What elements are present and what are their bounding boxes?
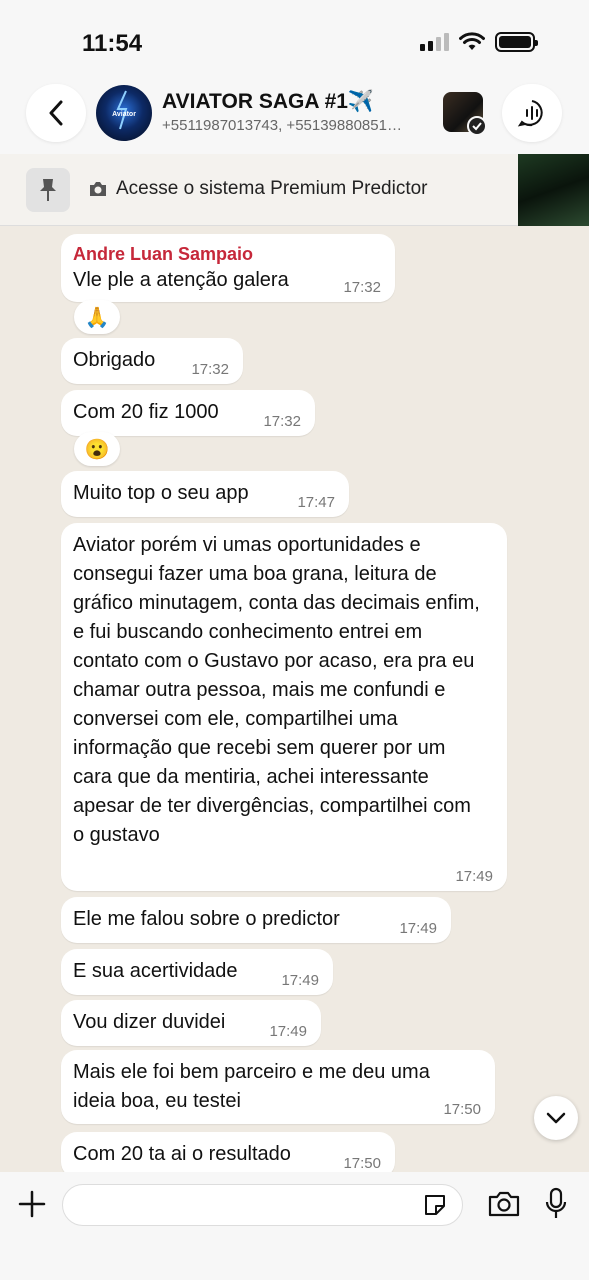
scroll-to-bottom-button[interactable]	[534, 1096, 578, 1140]
camera-button[interactable]	[484, 1186, 524, 1222]
chat-header: Aviator AVIATOR SAGA #1✈️ +5511987013743…	[0, 84, 589, 154]
pinned-label: Acesse o sistema Premium Predictor	[116, 178, 428, 199]
message-time: 17:49	[281, 972, 319, 989]
message-bubble[interactable]: E sua acertividade 17:49	[61, 949, 333, 995]
back-button[interactable]	[26, 84, 86, 142]
community-thumbnail[interactable]	[443, 92, 487, 136]
message-text: Aviator porém vi umas oportunidades e co…	[73, 534, 480, 846]
group-avatar[interactable]: Aviator	[96, 85, 152, 141]
plus-icon	[18, 1190, 46, 1218]
chevron-left-icon	[49, 100, 63, 126]
pin-icon	[26, 168, 70, 212]
message-bubble[interactable]: Com 20 ta ai o resultado 17:50	[61, 1132, 395, 1172]
message-bubble[interactable]: Vou dizer duvidei 17:49	[61, 1000, 321, 1046]
message-bubble[interactable]: Ele me falou sobre o predictor 17:49	[61, 897, 451, 943]
message-bubble[interactable]: Muito top o seu app 17:47	[61, 471, 349, 517]
pinned-message-bar[interactable]: Acesse o sistema Premium Predictor	[0, 154, 589, 226]
microphone-button[interactable]	[540, 1184, 572, 1224]
message-text: Com 20 ta ai o resultado	[73, 1143, 291, 1165]
reaction-badge[interactable]: 🙏	[74, 300, 120, 334]
message-time: 17:49	[269, 1023, 307, 1040]
signal-icon	[420, 33, 449, 51]
voice-chat-button[interactable]	[502, 84, 562, 142]
chat-participants[interactable]: +5511987013743, +55139880851…	[162, 117, 432, 134]
pinned-thumbnail[interactable]	[518, 154, 589, 226]
message-time: 17:32	[263, 413, 301, 430]
chat-title[interactable]: AVIATOR SAGA #1✈️	[162, 90, 374, 114]
attach-button[interactable]	[14, 1186, 50, 1222]
message-text: Ele me falou sobre o predictor	[73, 908, 340, 930]
reaction-badge[interactable]: 😮	[74, 432, 120, 466]
sticker-icon	[425, 1195, 445, 1215]
message-time: 17:49	[399, 920, 437, 937]
chevron-down-icon	[546, 1112, 566, 1124]
message-text: Vle ple a atenção galera	[73, 269, 289, 291]
battery-icon	[495, 32, 538, 52]
message-time: 17:32	[343, 279, 381, 296]
camera-icon	[488, 1191, 520, 1217]
wifi-icon	[459, 32, 485, 50]
pinned-text: Acesse o sistema Premium Predictor	[88, 178, 428, 200]
message-time: 17:50	[343, 1155, 381, 1172]
message-time: 17:49	[455, 868, 493, 885]
sender-name[interactable]: Andre Luan Sampaio	[73, 242, 383, 266]
message-time: 17:32	[191, 361, 229, 378]
message-bubble[interactable]: Andre Luan Sampaio Vle ple a atenção gal…	[61, 234, 395, 302]
message-list[interactable]: Andre Luan Sampaio Vle ple a atenção gal…	[0, 226, 589, 1172]
status-icons	[420, 32, 538, 52]
status-bar: 11:54	[0, 0, 589, 84]
message-time: 17:50	[443, 1101, 481, 1118]
message-bubble[interactable]: Mais ele foi bem parceiro e me deu uma i…	[61, 1050, 495, 1124]
status-time: 11:54	[82, 30, 143, 57]
message-input[interactable]	[62, 1184, 463, 1226]
message-text: Mais ele foi bem parceiro e me deu uma i…	[73, 1061, 430, 1112]
message-bubble[interactable]: Com 20 fiz 1000 17:32	[61, 390, 315, 436]
message-composer	[0, 1172, 589, 1280]
message-bubble[interactable]: Aviator porém vi umas oportunidades e co…	[61, 523, 507, 891]
check-badge-icon	[467, 116, 487, 136]
message-bubble[interactable]: Obrigado 17:32	[61, 338, 243, 384]
message-time: 17:47	[297, 494, 335, 511]
audio-wave-icon	[517, 100, 543, 127]
sticker-button[interactable]	[420, 1190, 450, 1220]
avatar-label: Aviator	[112, 111, 136, 118]
camera-icon	[90, 182, 106, 196]
microphone-icon	[545, 1187, 567, 1218]
